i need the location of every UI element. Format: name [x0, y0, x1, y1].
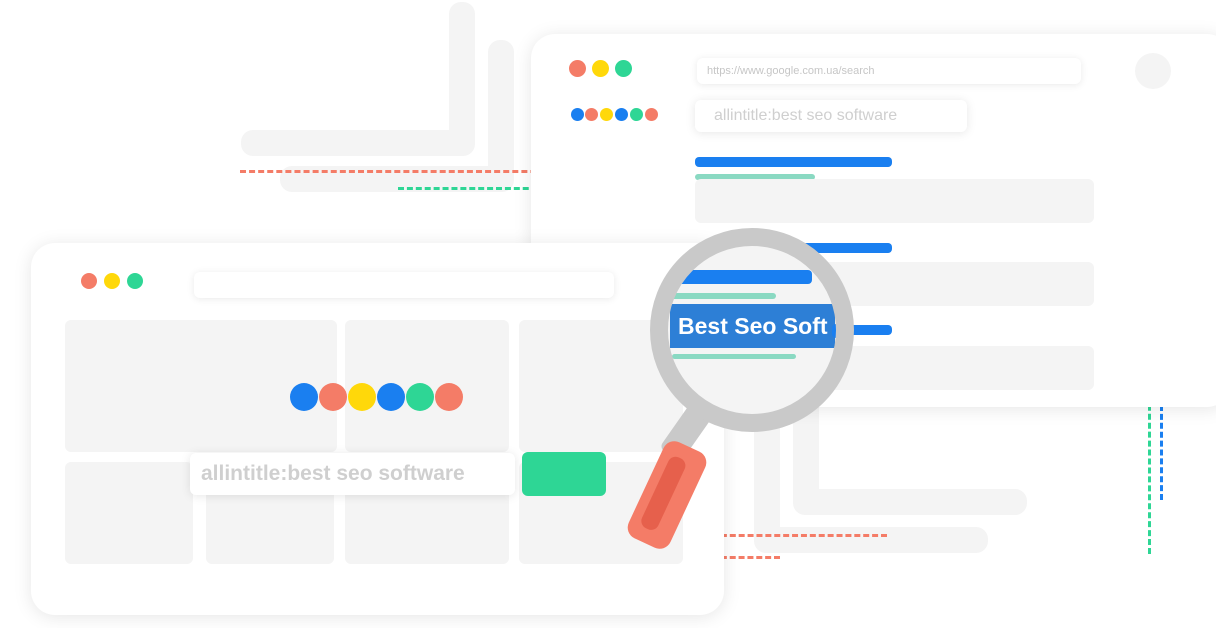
window-minimize-dot[interactable]	[104, 273, 120, 289]
address-bar[interactable]: https://www.google.com.ua/search	[697, 58, 1081, 84]
window-close-dot[interactable]	[81, 273, 97, 289]
window-close-dot[interactable]	[569, 60, 586, 77]
result-snippet-1	[695, 179, 1094, 223]
window-minimize-dot[interactable]	[592, 60, 609, 77]
search-button[interactable]	[522, 452, 606, 496]
google-logo-dots	[571, 108, 663, 122]
magnifying-glass-icon: Best Seo Soft	[600, 220, 900, 560]
magnifier-ring	[650, 228, 854, 432]
bg-bar-horizontal-1	[241, 130, 475, 156]
magnifier-handle	[623, 437, 711, 553]
content-panel-bottom-1	[65, 462, 193, 564]
address-bar[interactable]	[194, 272, 614, 298]
google-logo-dots	[290, 383, 464, 411]
search-input[interactable]: allintitle:best seo software	[190, 453, 515, 495]
window-maximize-dot[interactable]	[127, 273, 143, 289]
result-title-1[interactable]	[695, 157, 892, 167]
window-maximize-dot[interactable]	[615, 60, 632, 77]
search-input[interactable]: allintitle:best seo software	[695, 100, 967, 132]
avatar[interactable]	[1135, 53, 1171, 89]
